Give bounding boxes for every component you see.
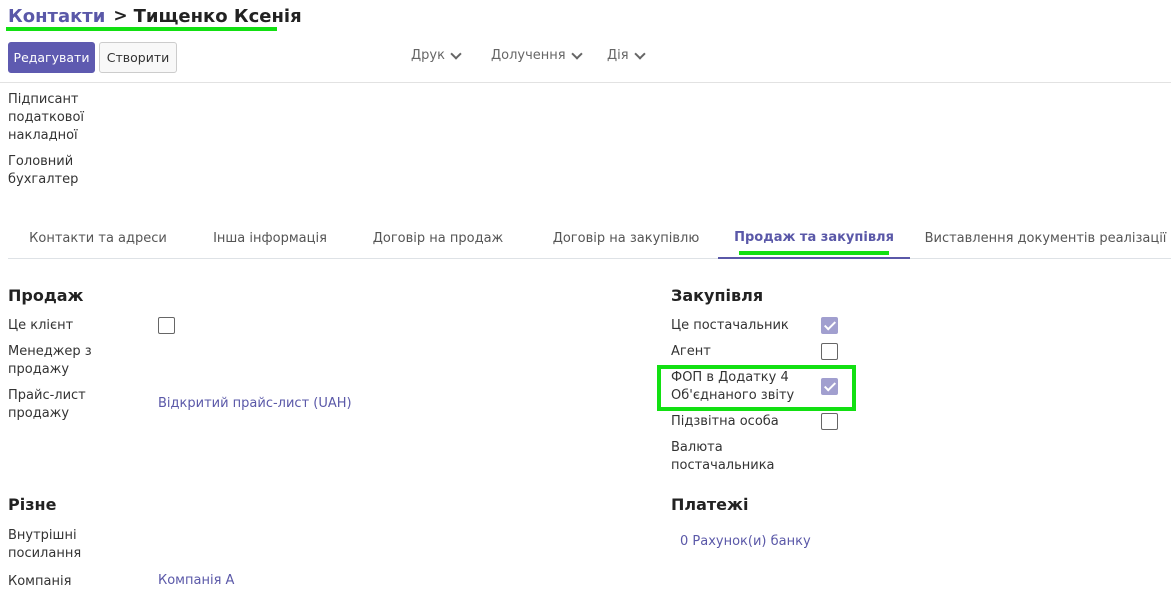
attachments-dropdown[interactable]: Долучення [491, 47, 583, 63]
purchase-section-title: Закупівля [671, 286, 764, 305]
print-dropdown[interactable]: Друк [411, 47, 462, 63]
control-panel: Редагувати Створити Друк Долучення Дія [0, 36, 1171, 83]
action-dropdown-label: Дія [607, 48, 629, 63]
attachments-dropdown-label: Долучення [491, 48, 566, 63]
highlight-underline-tab [739, 251, 889, 255]
accountable-person-label: Підзвітна особа [671, 414, 779, 429]
agent-checkbox[interactable] [821, 343, 838, 360]
accountable-person-checkbox[interactable] [821, 413, 838, 430]
chevron-down-icon [450, 47, 462, 60]
tax-invoice-signer-label: Підписант податкової накладної [8, 92, 85, 143]
tab-sales-documents[interactable]: Виставлення документів реалізації [920, 218, 1171, 259]
create-button[interactable]: Створити [99, 42, 177, 73]
misc-section-title: Різне [8, 495, 57, 514]
chevron-down-icon [633, 47, 646, 60]
is-vendor-label: Це постачальник [671, 318, 789, 333]
sales-pricelist-label: Прайс-лист продажу [8, 388, 86, 421]
breadcrumb: Контакти > Тищенко Ксенія [8, 5, 302, 27]
print-dropdown-label: Друк [411, 48, 445, 63]
sales-section-title: Продаж [8, 286, 84, 305]
sales-pricelist-link[interactable]: Відкритий прайс-лист (UAH) [158, 396, 352, 411]
action-dropdown[interactable]: Дія [607, 47, 646, 63]
tab-sales-contract[interactable]: Договір на продаж [358, 218, 518, 259]
company-link[interactable]: Компанія А [158, 573, 234, 588]
payments-section-title: Платежі [671, 495, 749, 514]
is-customer-label: Це клієнт [8, 318, 74, 333]
chevron-right-icon: > [113, 6, 128, 26]
notebook-tabs: Контакти та адреси Інша інформація Догов… [8, 218, 1171, 259]
agent-label: Агент [671, 344, 711, 359]
vendor-currency-label: Валюта постачальника [671, 440, 775, 473]
tab-other-info[interactable]: Інша інформація [196, 218, 344, 259]
salesperson-label: Менеджер з продажу [8, 344, 92, 377]
is-customer-checkbox[interactable] [158, 317, 175, 334]
internal-reference-label: Внутрішні посилання [8, 528, 82, 561]
chevron-down-icon [570, 47, 583, 60]
is-vendor-checkbox[interactable] [821, 317, 838, 334]
highlight-underline-breadcrumb [6, 27, 277, 31]
tab-purchase-contract[interactable]: Договір на закупівлю [536, 218, 716, 259]
bank-accounts-button[interactable]: 0 Рахунок(и) банку [680, 534, 811, 549]
breadcrumb-contacts-link[interactable]: Контакти [8, 6, 105, 27]
company-label: Компанія [8, 574, 72, 589]
highlight-box-fop [657, 365, 856, 411]
tab-contacts-addresses[interactable]: Контакти та адреси [8, 218, 188, 259]
chief-accountant-label: Головний бухгалтер [8, 154, 79, 187]
edit-button[interactable]: Редагувати [8, 42, 95, 73]
breadcrumb-current: Тищенко Ксенія [133, 5, 302, 27]
